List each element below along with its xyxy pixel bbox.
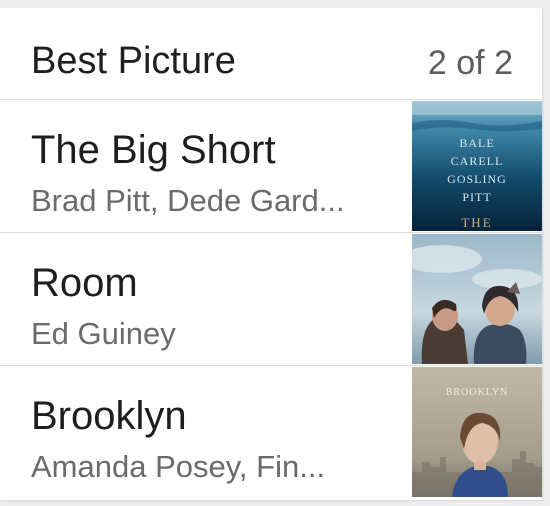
nominee-title: The Big Short [31, 128, 276, 172]
category-title: Best Picture [31, 40, 236, 82]
poster-brooklyn[interactable]: BROOKLYN [412, 367, 542, 497]
poster-credit-4: PITT [462, 190, 491, 204]
poster-credit-2: CARELL [451, 154, 504, 168]
page-indicator: 2 of 2 [427, 44, 513, 82]
nominee-row-room[interactable]: Room Ed Guiney [0, 233, 542, 366]
nominee-producers: Ed Guiney [31, 316, 176, 351]
poster-credit-3: GOSLING [447, 172, 507, 186]
nominee-row-the-big-short[interactable]: The Big Short Brad Pitt, Dede Gard... BA… [0, 100, 542, 233]
poster-the-big-short[interactable]: BALE CARELL GOSLING PITT THE [412, 101, 542, 231]
nominee-title: Brooklyn [31, 394, 187, 438]
nominee-row-brooklyn[interactable]: Brooklyn Amanda Posey, Fin... BROOKLYN [0, 366, 542, 499]
nominee-producers: Amanda Posey, Fin... [31, 449, 326, 484]
poster-title: BROOKLYN [446, 387, 509, 398]
poster-room[interactable] [412, 234, 542, 364]
nominee-title: Room [31, 261, 138, 305]
poster-credit-1: BALE [459, 136, 494, 150]
card-header: Best Picture 2 of 2 [0, 8, 542, 100]
poster-title-fragment: THE [461, 215, 492, 230]
best-picture-card: Best Picture 2 of 2 The Big Short Brad P… [0, 8, 542, 500]
nominee-producers: Brad Pitt, Dede Gard... [31, 183, 345, 218]
